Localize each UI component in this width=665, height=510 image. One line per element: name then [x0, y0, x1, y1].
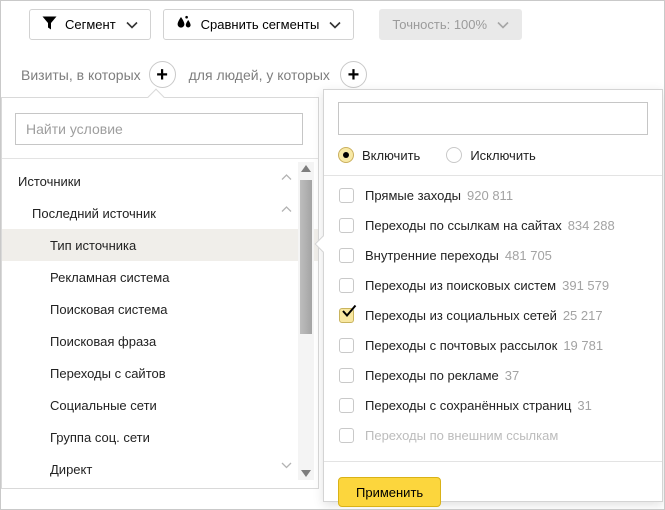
- drops-icon: [176, 15, 193, 34]
- option-label: Переходы из социальных сетей: [365, 308, 557, 323]
- option-count: 31: [577, 398, 591, 413]
- add-people-condition-button[interactable]: +: [340, 61, 367, 88]
- condition-search-input[interactable]: [15, 113, 303, 145]
- chevron-down-icon: [126, 21, 138, 29]
- tree-item-label: Группа соц. сети: [50, 430, 150, 445]
- include-radio[interactable]: Включить: [338, 147, 420, 163]
- tree-item-source-type[interactable]: Тип источника: [2, 229, 318, 261]
- option-label: Переходы из поисковых систем: [365, 278, 556, 293]
- option-email-traffic[interactable]: Переходы с почтовых рассылок 19 781: [324, 330, 662, 360]
- options-list: Прямые заходы 920 811 Переходы по ссылка…: [324, 176, 662, 450]
- tree-item-last-source[interactable]: Последний источник: [2, 197, 318, 229]
- option-link-traffic[interactable]: Переходы по ссылкам на сайтах 834 288: [324, 210, 662, 240]
- callout-notch-up: [148, 89, 165, 106]
- option-count: 19 781: [563, 338, 603, 353]
- value-selector-popup: Включить Исключить Прямые заходы 920 811…: [323, 89, 663, 502]
- option-label: Переходы по внешним ссылкам: [365, 428, 558, 443]
- tree-item-direct[interactable]: Директ: [2, 453, 318, 485]
- option-external-links-traffic[interactable]: Переходы по внешним ссылкам: [324, 420, 662, 450]
- tree-item-label: Источники: [18, 174, 81, 189]
- condition-tree: Источники Последний источник Тип источни…: [2, 158, 318, 488]
- option-label: Переходы с сохранённых страниц: [365, 398, 571, 413]
- filter-icon: [42, 16, 57, 33]
- checkbox-icon[interactable]: [339, 398, 354, 413]
- tree-item-label: Директ: [50, 462, 92, 477]
- tree-item-search-engine[interactable]: Поисковая система: [2, 293, 318, 325]
- accuracy-label: Точность: 100%: [392, 17, 487, 32]
- option-count: 25 217: [563, 308, 603, 323]
- divider: [324, 461, 662, 462]
- chevron-up-icon[interactable]: [281, 174, 292, 181]
- visits-condition-label: Визиты, в которых: [21, 67, 141, 83]
- value-filter-input[interactable]: [338, 102, 648, 135]
- compare-segments-button[interactable]: Сравнить сегменты: [163, 9, 355, 40]
- tree-item-site-referrals[interactable]: Переходы с сайтов: [2, 357, 318, 389]
- option-count: 481 705: [505, 248, 552, 263]
- scroll-up-icon[interactable]: [301, 165, 311, 172]
- option-label: Прямые заходы: [365, 188, 461, 203]
- segmentation-widget: Сегмент Сравнить сегменты Точность: 100%…: [0, 0, 665, 510]
- tree-item-social-networks[interactable]: Социальные сети: [2, 389, 318, 421]
- option-count: 37: [505, 368, 519, 383]
- check-icon: [341, 304, 357, 322]
- condition-tree-panel: Источники Последний источник Тип источни…: [1, 97, 319, 489]
- option-search-traffic[interactable]: Переходы из поисковых систем 391 579: [324, 270, 662, 300]
- tree-item-label: Последний источник: [32, 206, 156, 221]
- chevron-down-icon: [329, 21, 341, 29]
- tree-item-label: Поисковая фраза: [50, 334, 156, 349]
- checkbox-icon[interactable]: [339, 368, 354, 383]
- option-internal-traffic[interactable]: Внутренние переходы 481 705: [324, 240, 662, 270]
- segment-button-label: Сегмент: [65, 17, 116, 32]
- option-label: Переходы с почтовых рассылок: [365, 338, 557, 353]
- chevron-down-icon[interactable]: [281, 462, 292, 469]
- checkbox-icon[interactable]: [339, 428, 354, 443]
- add-visit-condition-button[interactable]: +: [149, 61, 176, 88]
- option-social-traffic[interactable]: Переходы из социальных сетей 25 217: [324, 300, 662, 330]
- toolbar: Сегмент Сравнить сегменты Точность: 100%: [29, 9, 522, 40]
- checkbox-icon[interactable]: [339, 338, 354, 353]
- tree-item-social-group[interactable]: Группа соц. сети: [2, 421, 318, 453]
- option-direct-traffic[interactable]: Прямые заходы 920 811: [324, 180, 662, 210]
- tree-scrollbar[interactable]: [298, 162, 314, 480]
- condition-bar: Визиты, в которых + для людей, у которых…: [21, 61, 367, 88]
- option-label: Переходы по ссылкам на сайтах: [365, 218, 562, 233]
- checkbox-icon[interactable]: [339, 188, 354, 203]
- option-saved-pages-traffic[interactable]: Переходы с сохранённых страниц 31: [324, 390, 662, 420]
- exclude-radio-label: Исключить: [470, 148, 536, 163]
- checkbox-checked-icon[interactable]: [339, 308, 354, 323]
- tree-item-label: Социальные сети: [50, 398, 157, 413]
- exclude-radio[interactable]: Исключить: [446, 147, 536, 163]
- tree-item-label: Переходы с сайтов: [50, 366, 166, 381]
- tree-item-ad-system[interactable]: Рекламная система: [2, 261, 318, 293]
- option-label: Внутренние переходы: [365, 248, 499, 263]
- option-count: 834 288: [568, 218, 615, 233]
- apply-button[interactable]: Применить: [338, 477, 441, 507]
- include-exclude-radios: Включить Исключить: [338, 146, 648, 164]
- radio-icon: [446, 147, 462, 163]
- chevron-up-icon[interactable]: [281, 206, 292, 213]
- tree-item-search-phrase[interactable]: Поисковая фраза: [2, 325, 318, 357]
- option-ad-traffic[interactable]: Переходы по рекламе 37: [324, 360, 662, 390]
- include-radio-label: Включить: [362, 148, 420, 163]
- checkbox-icon[interactable]: [339, 248, 354, 263]
- radio-icon: [338, 147, 354, 163]
- compare-segments-label: Сравнить сегменты: [201, 17, 320, 32]
- checkbox-icon[interactable]: [339, 218, 354, 233]
- segment-button[interactable]: Сегмент: [29, 9, 151, 40]
- tree-item-sources[interactable]: Источники: [2, 165, 318, 197]
- scroll-down-icon[interactable]: [301, 470, 311, 477]
- tree-item-label: Рекламная система: [50, 270, 169, 285]
- tree-item-label: Тип источника: [50, 238, 136, 253]
- option-count: 391 579: [562, 278, 609, 293]
- option-label: Переходы по рекламе: [365, 368, 499, 383]
- checkbox-icon[interactable]: [339, 278, 354, 293]
- option-count: 920 811: [467, 188, 513, 203]
- chevron-down-icon: [497, 21, 509, 29]
- scrollbar-thumb[interactable]: [300, 180, 312, 334]
- people-condition-label: для людей, у которых: [189, 67, 330, 83]
- tree-item-label: Поисковая система: [50, 302, 168, 317]
- accuracy-button[interactable]: Точность: 100%: [379, 9, 522, 40]
